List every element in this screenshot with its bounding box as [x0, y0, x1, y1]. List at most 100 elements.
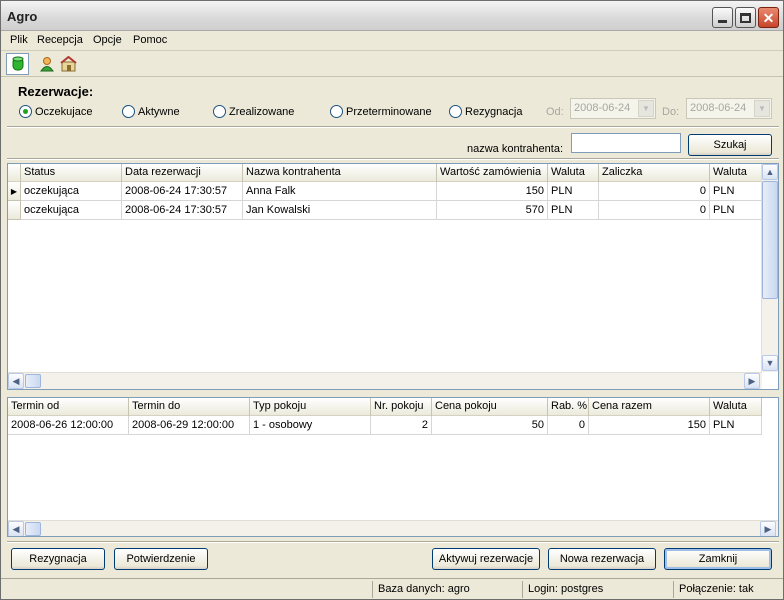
column-header[interactable]: Data rezerwacji — [122, 164, 243, 182]
column-header[interactable]: Wartość zamówienia — [437, 164, 548, 182]
horizontal-scrollbar[interactable]: ◀ ▶ — [8, 372, 762, 389]
cell-currency: PLN — [710, 201, 762, 220]
close-button[interactable]: ✕ — [758, 7, 779, 28]
column-header[interactable]: Waluta — [548, 164, 599, 182]
menu-plik[interactable]: Plik — [10, 34, 28, 46]
column-header[interactable]: Nr. pokoju — [371, 398, 432, 416]
scroll-thumb[interactable] — [762, 181, 778, 299]
reservations-filter-title: Rezerwacje: — [18, 84, 94, 99]
reservations-grid: Status Data rezerwacji Nazwa kontrahenta… — [7, 163, 779, 390]
column-header[interactable]: Termin do — [129, 398, 250, 416]
radio-aktywne[interactable]: Aktywne — [122, 105, 180, 118]
new-reservation-button[interactable]: Nowa rezerwacja — [548, 548, 656, 570]
scroll-thumb[interactable] — [25, 522, 41, 536]
table-row[interactable]: 2008-06-26 12:00:00 2008-06-29 12:00:00 … — [8, 416, 762, 435]
cell-value: 570 — [437, 201, 548, 220]
date-from-picker[interactable]: 2008-06-24 ▼ — [570, 98, 656, 119]
column-header[interactable]: Rab. % — [548, 398, 589, 416]
cell-date: 2008-06-24 17:30:57 — [122, 201, 243, 220]
database-icon — [12, 56, 23, 71]
cell-currency: PLN — [710, 416, 762, 435]
column-header[interactable]: Nazwa kontrahenta — [243, 164, 437, 182]
cell-status: oczekująca — [21, 201, 122, 220]
radio-circle — [449, 105, 462, 118]
maximize-icon — [740, 12, 751, 23]
scroll-thumb[interactable] — [25, 374, 41, 388]
scroll-up-icon[interactable]: ▲ — [762, 164, 778, 180]
contractor-search-input[interactable] — [571, 133, 681, 153]
column-header[interactable]: Typ pokoju — [250, 398, 371, 416]
date-to-picker[interactable]: 2008-06-24 ▼ — [686, 98, 772, 119]
cell-value: 150 — [437, 182, 548, 201]
date-to-value: 2008-06-24 — [690, 102, 747, 114]
menu-bar: Plik Recepcja Opcje Pomoc — [1, 31, 783, 51]
search-button[interactable]: Szukaj — [688, 134, 772, 156]
close-icon: ✕ — [762, 9, 775, 26]
menu-pomoc[interactable]: Pomoc — [133, 34, 167, 46]
radio-label: Rezygnacja — [465, 105, 523, 118]
row-selector[interactable] — [8, 201, 21, 220]
column-header[interactable]: Cena razem — [589, 398, 710, 416]
cell-to: 2008-06-29 12:00:00 — [129, 416, 250, 435]
database-button[interactable] — [6, 53, 29, 75]
row-selector-current[interactable]: ▶ — [8, 182, 21, 201]
title-bar[interactable]: Agro ✕ — [1, 1, 783, 31]
confirm-button[interactable]: Potwierdzenie — [114, 548, 208, 570]
vertical-scrollbar[interactable]: ▲ ▼ — [761, 164, 778, 372]
table-row[interactable]: oczekująca 2008-06-24 17:30:57 Jan Kowal… — [21, 201, 762, 220]
chevron-down-icon[interactable]: ▼ — [754, 100, 770, 117]
minimize-button[interactable] — [712, 7, 733, 28]
column-header[interactable]: Waluta — [710, 164, 762, 182]
maximize-button[interactable] — [735, 7, 756, 28]
radio-dot — [23, 109, 28, 114]
scroll-left-icon[interactable]: ◀ — [8, 373, 24, 389]
column-header[interactable]: Waluta — [710, 398, 762, 416]
divider — [7, 158, 779, 160]
close-dialog-button[interactable]: Zamknij — [664, 548, 772, 570]
date-from-value: 2008-06-24 — [574, 102, 631, 114]
cell-contractor: Jan Kowalski — [243, 201, 437, 220]
cell-room-number: 2 — [371, 416, 432, 435]
cell-room-price: 50 — [432, 416, 548, 435]
radio-circle — [330, 105, 343, 118]
clients-button[interactable] — [35, 53, 58, 75]
window-title: Agro — [7, 9, 38, 24]
resign-button[interactable]: Rezygnacja — [11, 548, 105, 570]
divider — [7, 126, 779, 128]
scroll-right-icon[interactable]: ▶ — [744, 373, 760, 389]
column-header[interactable]: Zaliczka — [599, 164, 710, 182]
column-header[interactable]: Termin od — [8, 398, 129, 416]
column-header[interactable]: Cena pokoju — [432, 398, 548, 416]
radio-label: Aktywne — [138, 105, 180, 118]
radio-circle — [122, 105, 135, 118]
scroll-left-icon[interactable]: ◀ — [8, 521, 24, 536]
table-row[interactable]: oczekująca 2008-06-24 17:30:57 Anna Falk… — [21, 182, 762, 201]
radio-przeterminowane[interactable]: Przeterminowane — [330, 105, 432, 118]
horizontal-scrollbar[interactable]: ◀ ▶ — [8, 520, 778, 536]
cell-currency: PLN — [548, 201, 599, 220]
radio-zrealizowane[interactable]: Zrealizowane — [213, 105, 294, 118]
user-icon — [39, 57, 54, 72]
cell-total: 150 — [589, 416, 710, 435]
radio-label: Przeterminowane — [346, 105, 432, 118]
status-login: Login: postgres — [522, 581, 670, 598]
column-header[interactable]: Status — [21, 164, 122, 182]
minimize-icon — [718, 20, 727, 23]
cell-date: 2008-06-24 17:30:57 — [122, 182, 243, 201]
toolbar — [1, 52, 783, 77]
radio-rezygnacja[interactable]: Rezygnacja — [449, 105, 522, 118]
status-bar: Baza danych: agro Login: postgres Połącz… — [1, 578, 783, 599]
scroll-right-icon[interactable]: ▶ — [760, 521, 776, 536]
date-to-label: Do: — [662, 106, 680, 118]
reception-button[interactable] — [57, 53, 80, 75]
radio-oczekujace[interactable]: Oczekujace — [19, 105, 92, 118]
radio-circle — [19, 105, 32, 118]
menu-recepcja[interactable]: Recepcja — [37, 34, 83, 46]
chevron-down-icon[interactable]: ▼ — [638, 100, 654, 117]
cell-currency: PLN — [710, 182, 762, 201]
menu-opcje[interactable]: Opcje — [93, 34, 122, 46]
scroll-down-icon[interactable]: ▼ — [762, 355, 778, 371]
activate-reservation-button[interactable]: Aktywuj rezerwacje — [432, 548, 540, 570]
cell-from: 2008-06-26 12:00:00 — [8, 416, 129, 435]
cell-advance: 0 — [599, 201, 710, 220]
